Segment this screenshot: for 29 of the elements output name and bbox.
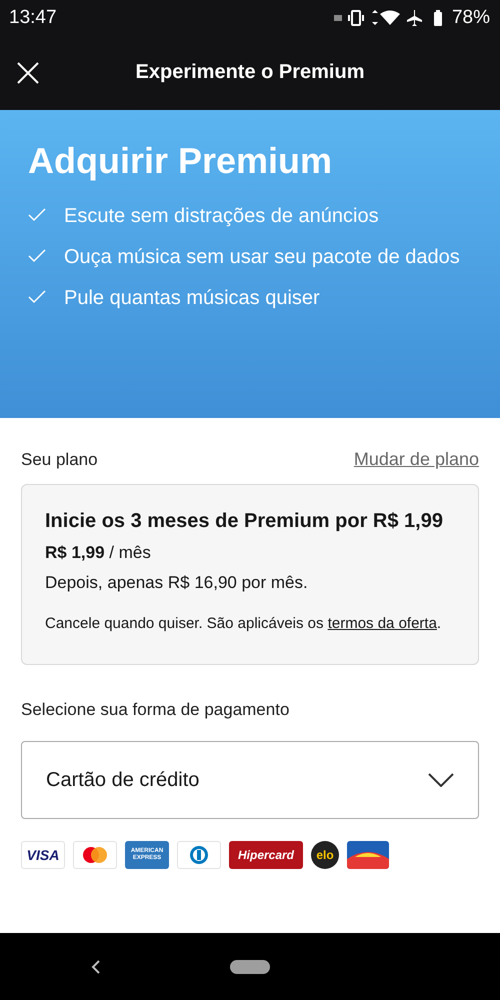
section-label: Seu plano <box>21 450 98 470</box>
check-icon <box>28 249 46 263</box>
check-icon <box>28 208 46 222</box>
terms-text: Cancele quando quiser. São aplicáveis os termos da oferta. <box>45 614 442 634</box>
section-label: Selecione sua forma de pagamento <box>21 700 290 720</box>
card-logo-icon <box>347 841 389 869</box>
mastercard-logo-icon <box>73 841 117 869</box>
terms-link[interactable]: termos da oferta <box>328 615 437 632</box>
plan-price: R$ 1,99 / mês <box>45 543 152 563</box>
close-icon[interactable] <box>16 60 40 84</box>
feature-text: Ouça música sem usar seu pacote de dados <box>64 246 460 268</box>
plan-title: Inicie os 3 meses de Premium por R$ 1,99 <box>45 509 444 534</box>
status-time: 13:47 <box>9 6 57 28</box>
check-icon <box>28 290 46 304</box>
visa-logo: VISA <box>21 841 65 869</box>
battery-percent: 78% <box>452 6 490 28</box>
plan-after-price: Depois, apenas R$ 16,90 por mês. <box>45 573 309 593</box>
change-plan-link[interactable]: Mudar de plano <box>354 449 479 470</box>
hipercard-logo: Hipercard <box>229 841 303 869</box>
back-icon[interactable] <box>90 958 102 974</box>
feature-text: Escute sem distrações de anúncios <box>64 205 379 227</box>
chevron-down-icon <box>428 773 454 787</box>
feature-text: Pule quantas músicas quiser <box>64 287 320 309</box>
screen-title: Experimente o Premium <box>136 61 364 83</box>
home-pill[interactable] <box>230 960 270 974</box>
payment-dropdown[interactable]: Cartão de crédito <box>21 741 479 819</box>
banner-title: Adquirir Premium <box>28 140 334 182</box>
elo-logo: elo <box>311 841 339 869</box>
diners-logo-icon <box>177 841 221 869</box>
